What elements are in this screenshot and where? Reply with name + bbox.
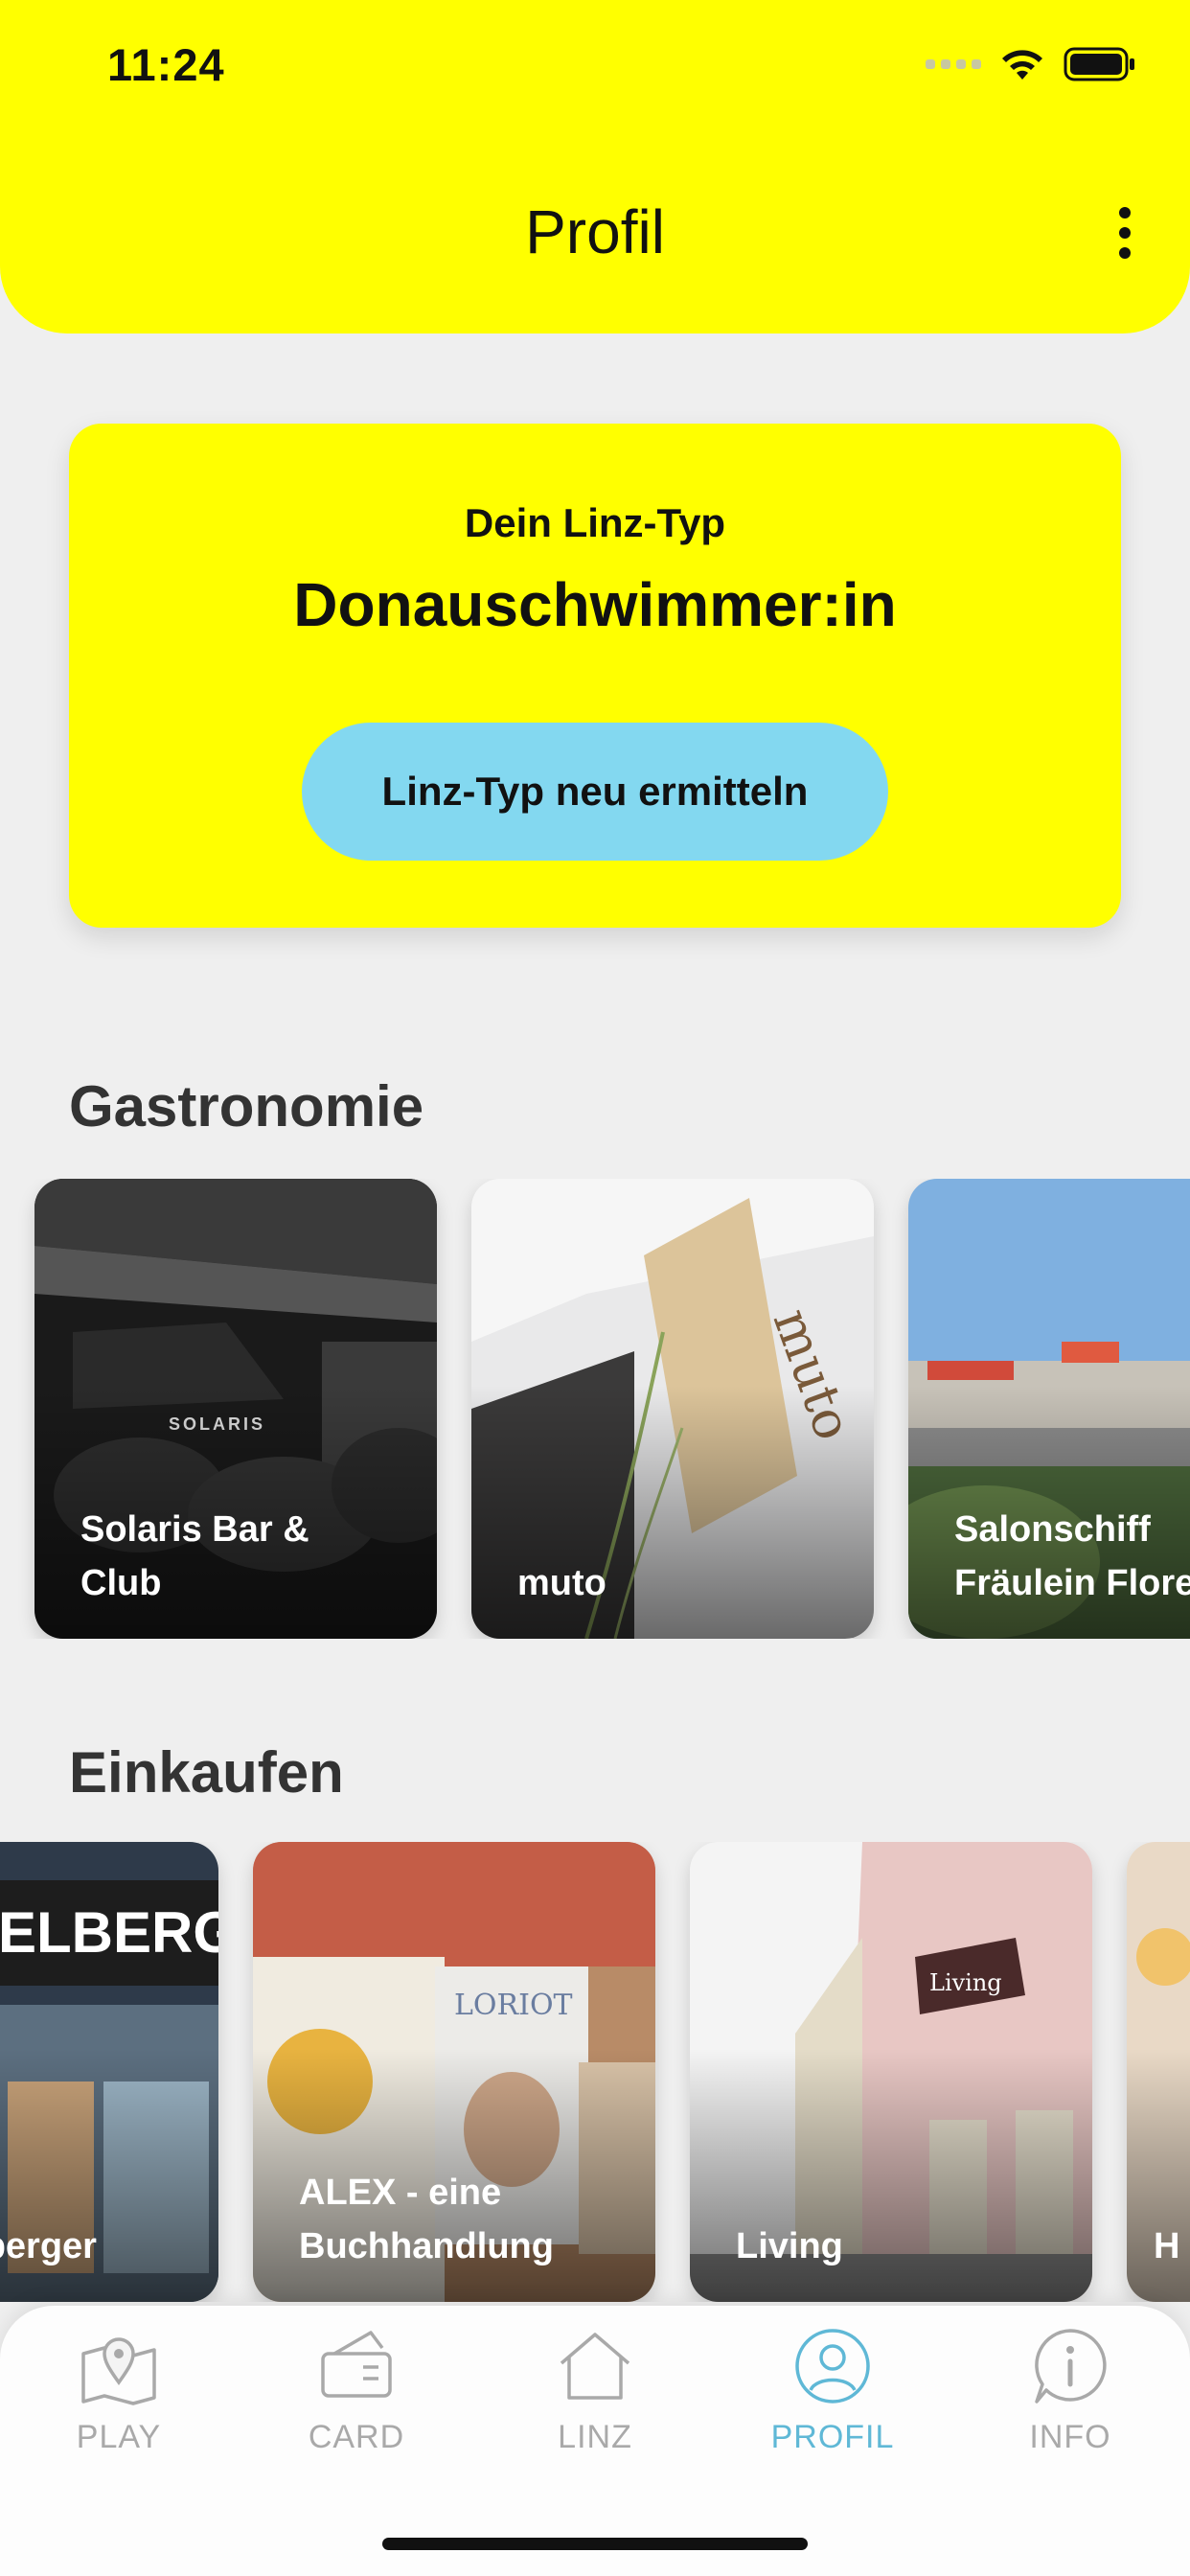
place-tile-alex[interactable]: LORIOT ALEX - eine Buchhandlung: [253, 1842, 655, 2302]
tile-label: Fürstelberger: [0, 2226, 97, 2266]
tab-linz[interactable]: LINZ: [476, 2325, 714, 2478]
more-vertical-icon[interactable]: [1096, 199, 1154, 266]
tile-label: H: [1154, 2226, 1180, 2266]
ticket-icon: [321, 2331, 392, 2398]
header-bar: 11:24 Profil: [0, 0, 1190, 334]
tile-label: Salonschiff Fräulein Flore: [954, 1509, 1190, 1603]
user-icon: [795, 2329, 870, 2404]
cellular-signal-icon: [926, 59, 981, 69]
linz-type-label: Dein Linz-Typ: [464, 500, 726, 545]
tab-profil[interactable]: PROFIL: [714, 2325, 951, 2478]
place-tile-muto[interactable]: muto muto: [471, 1179, 874, 1639]
place-tile-partial[interactable]: H: [1127, 1842, 1190, 2302]
status-icons: [926, 42, 1136, 86]
linz-type-value: Donauschwimmer:in: [293, 570, 897, 639]
place-tile-fuerstelberger[interactable]: ELBERGE Fürstelberger: [0, 1842, 218, 2302]
map-pin-icon: [81, 2337, 156, 2405]
gastronomie-carousel[interactable]: SOLARIS Solaris Bar & Club muto muto Sa: [0, 1179, 1190, 1639]
tile-label: Solaris Bar & Club: [80, 1509, 309, 1603]
page-title: Profil: [525, 197, 665, 266]
place-tile-living[interactable]: Living Living: [690, 1842, 1092, 2302]
section-title-gastronomie: Gastronomie: [69, 1074, 424, 1138]
place-tile-solaris[interactable]: SOLARIS Solaris Bar & Club: [34, 1179, 437, 1639]
tab-play[interactable]: PLAY: [0, 2325, 238, 2478]
tile-label: ALEX - eine Buchhandlung: [299, 2173, 554, 2266]
info-icon: [1035, 2329, 1107, 2404]
tab-label: PLAY: [76, 2419, 162, 2455]
section-title-einkaufen: Einkaufen: [69, 1740, 344, 1805]
home-icon: [560, 2333, 630, 2400]
tile-label: Living: [736, 2226, 843, 2266]
tab-label: CARD: [308, 2419, 405, 2455]
linz-type-card: Dein Linz-Typ Donauschwimmer:in Linz-Typ…: [69, 424, 1121, 928]
tab-card[interactable]: CARD: [238, 2325, 475, 2478]
tab-info[interactable]: INFO: [951, 2325, 1189, 2478]
home-indicator: [382, 2538, 808, 2550]
tab-bar: PLAY CARD LINZ PROFIL INFO: [0, 2306, 1190, 2576]
tab-label: INFO: [1029, 2419, 1111, 2455]
wifi-icon: [1002, 50, 1042, 80]
status-time: 11:24: [107, 39, 225, 90]
recalculate-type-button[interactable]: Linz-Typ neu ermitteln: [302, 723, 888, 861]
einkaufen-carousel[interactable]: ELBERGE Fürstelberger LORIOT ALEX - eine…: [0, 1842, 1190, 2302]
battery-icon: [1064, 47, 1134, 81]
tab-label: LINZ: [558, 2419, 632, 2455]
place-tile-salonschiff[interactable]: Salonschiff Fräulein Flore: [908, 1179, 1190, 1639]
tile-label: muto: [517, 1563, 606, 1603]
tab-label: PROFIL: [770, 2419, 895, 2455]
